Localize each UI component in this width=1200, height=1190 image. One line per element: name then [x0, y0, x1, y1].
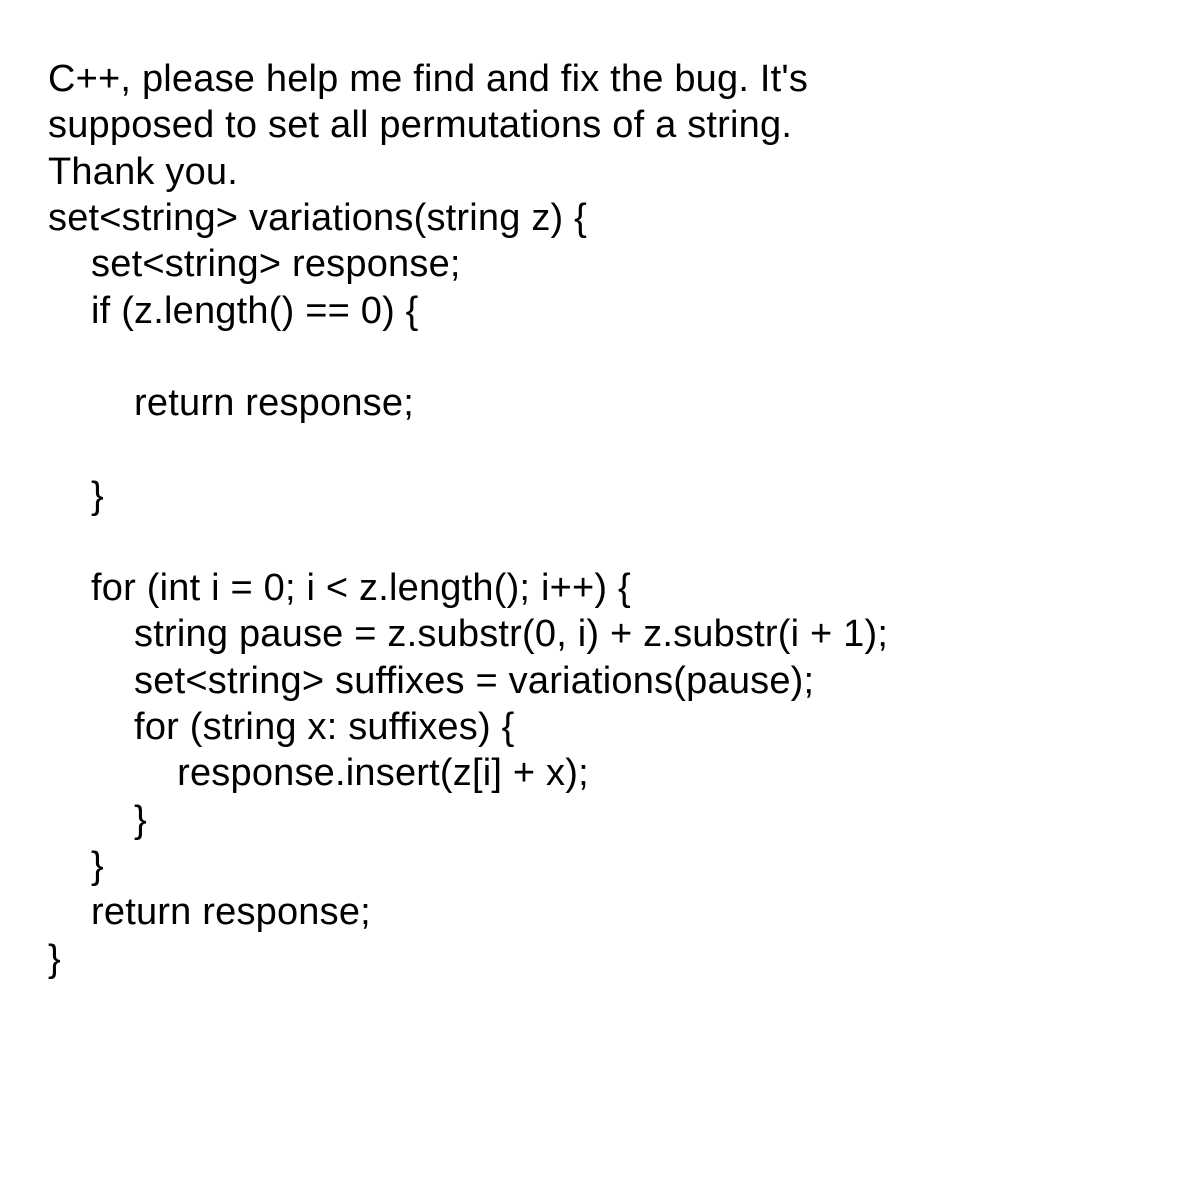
code-line: set<string> variations(string z) { — [48, 195, 1152, 241]
code-line: return response; — [48, 889, 1152, 935]
text-line: Thank you. — [48, 149, 1152, 195]
code-line: } — [48, 843, 1152, 889]
blank-line — [48, 427, 1152, 473]
code-line: } — [48, 473, 1152, 519]
document-page: C++, please help me find and fix the bug… — [0, 0, 1200, 982]
code-line: for (string x: suffixes) { — [48, 704, 1152, 750]
blank-line — [48, 334, 1152, 380]
code-line: } — [48, 936, 1152, 982]
code-line: string pause = z.substr(0, i) + z.substr… — [48, 611, 1152, 657]
code-line: response.insert(z[i] + x); — [48, 750, 1152, 796]
text-line: supposed to set all permutations of a st… — [48, 102, 1152, 148]
code-line: set<string> response; — [48, 241, 1152, 287]
text-line: C++, please help me find and fix the bug… — [48, 56, 1152, 102]
code-line: } — [48, 797, 1152, 843]
blank-line — [48, 519, 1152, 565]
code-line: set<string> suffixes = variations(pause)… — [48, 658, 1152, 704]
code-line: return response; — [48, 380, 1152, 426]
code-line: if (z.length() == 0) { — [48, 288, 1152, 334]
code-line: for (int i = 0; i < z.length(); i++) { — [48, 565, 1152, 611]
